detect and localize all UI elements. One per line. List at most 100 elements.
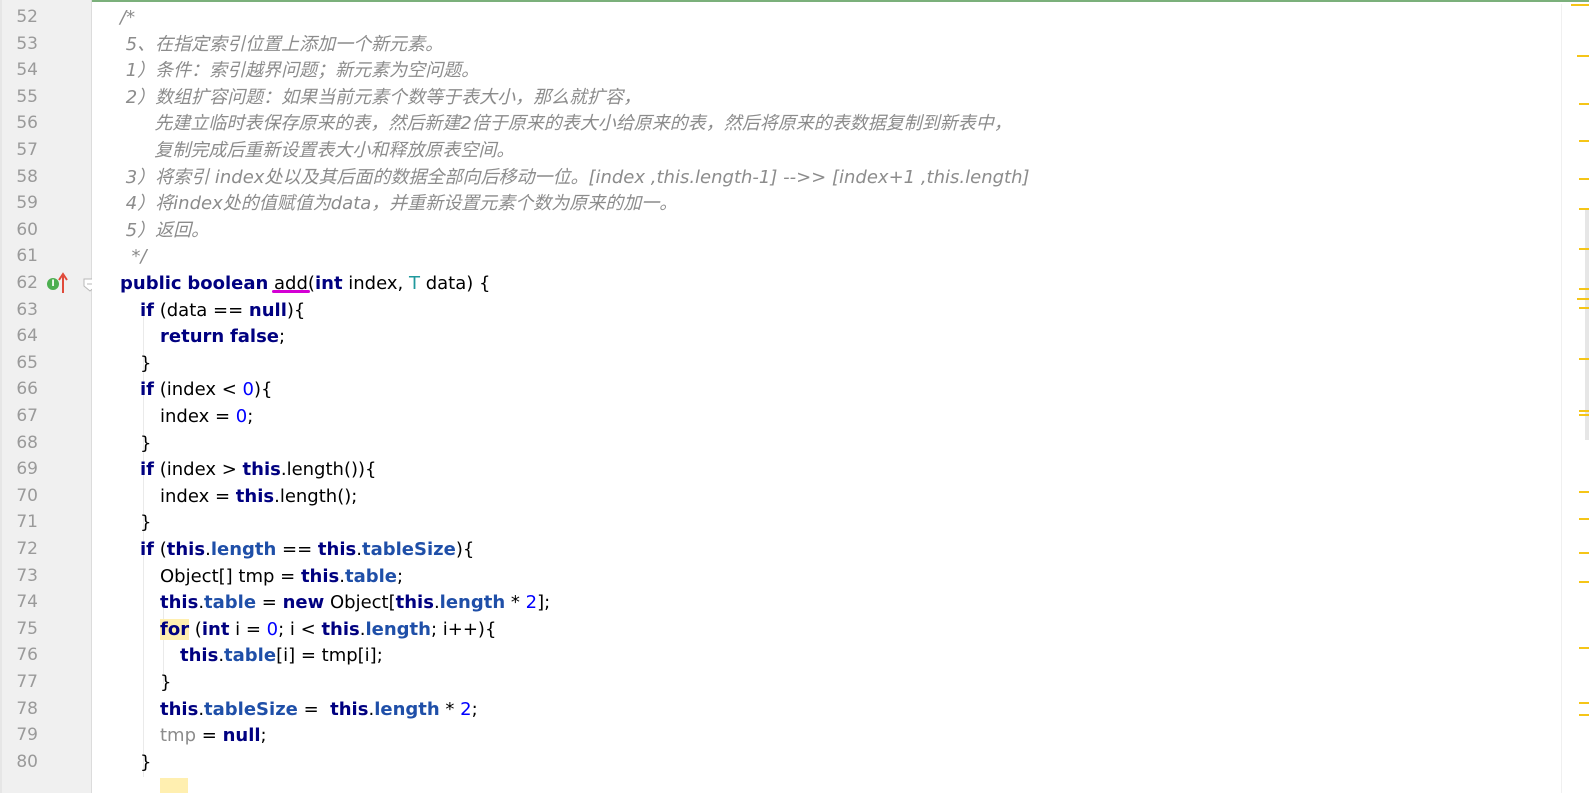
code-line[interactable]: /* [92,4,1552,31]
warning-marker[interactable] [1577,298,1589,300]
code-line[interactable]: */ [92,243,1552,270]
line-number: 63 [16,299,38,320]
code-line[interactable]: } [92,509,1552,536]
line-number: 71 [16,512,38,533]
code-line[interactable]: index = this.length(); [92,483,1552,510]
code-token: } [160,672,172,693]
warning-marker[interactable] [1577,55,1589,57]
warning-marker[interactable] [1571,4,1589,6]
code-token: ; [471,698,478,720]
line-number: 54 [16,60,38,81]
code-line-text: if (data == null){ [140,297,305,324]
code-line[interactable]: } [92,350,1552,377]
code-line[interactable]: 先建立临时表保存原来的表，然后新建2倍于原来的表大小给原来的表，然后将原来的表数… [92,110,1552,137]
method-name-token[interactable]: add [274,273,308,294]
code-token: i = [229,618,267,640]
code-line[interactable]: return false; [92,323,1552,350]
editor-top-border [0,0,1589,2]
code-line-text: 先建立临时表保存原来的表，然后新建2倍于原来的表大小给原来的表，然后将原来的表数… [120,110,1011,137]
code-line[interactable]: index = 0; [92,403,1552,430]
code-token: 4）将index处的值赋值为data，并重新设置元素个数为原来的加一。 [120,193,678,215]
code-token: 0 [242,379,254,401]
warning-marker[interactable] [1579,208,1589,210]
warning-marker[interactable] [1579,581,1589,583]
code-token: this [180,645,219,667]
code-line-text: public boolean add(int index, T data) { [120,270,490,297]
code-token: = [196,725,223,747]
code-token: .length(); [274,485,358,507]
code-token: index = [160,406,236,427]
warning-marker[interactable] [1579,307,1589,309]
line-number: 78 [16,698,38,719]
line-number: 62 [16,273,38,293]
code-line[interactable]: } [92,749,1552,776]
code-line[interactable]: } [92,430,1552,457]
code-token: data) { [419,273,491,294]
code-line-text: 4）将index处的值赋值为data，并重新设置元素个数为原来的加一。 [120,190,678,217]
warning-marker[interactable] [1579,103,1589,105]
code-line[interactable]: public boolean add(int index, T data) { [92,270,1552,297]
warning-marker[interactable] [1579,410,1589,412]
line-number: 77 [16,672,38,692]
code-token: 1）条件：索引越界问题；新元素为空问题。 [120,60,480,82]
line-number: 73 [16,565,38,586]
code-line[interactable]: this.table[i] = tmp[i]; [92,642,1552,669]
code-token: this [235,485,275,507]
code-token: ; i++){ [430,618,497,640]
code-token: 5）返回。 [120,219,210,241]
warning-marker[interactable] [1579,248,1589,250]
code-line[interactable]: if (data == null){ [92,297,1552,324]
warning-marker[interactable] [1579,288,1589,290]
code-token: null [222,725,261,747]
warning-marker[interactable] [1579,140,1589,142]
code-token: ( [189,618,202,640]
code-line-text: Object[] tmp = this.table; [160,563,403,590]
code-line-text: 1）条件：索引越界问题；新元素为空问题。 [120,57,479,84]
line-number: 61 [16,246,38,267]
code-line[interactable]: 复制完成后重新设置表大小和释放原表空间。 [92,137,1552,164]
code-token: this [160,698,199,720]
code-line[interactable]: this.tableSize = this.length * 2; [92,696,1552,723]
warning-marker[interactable] [1579,552,1589,554]
code-token: 0 [266,618,279,640]
code-line[interactable]: } [92,669,1552,696]
warning-marker[interactable] [1579,714,1589,716]
code-editor[interactable]: /* 5、在指定索引位置上添加一个新元素。 1）条件：索引越界问题；新元素为空问… [92,4,1561,793]
code-line[interactable]: if (index < 0){ [92,376,1552,403]
warning-marker[interactable] [1579,518,1589,520]
code-line[interactable]: tmp = null; [92,722,1552,749]
code-line[interactable]: 4）将index处的值赋值为data，并重新设置元素个数为原来的加一。 [92,190,1552,217]
code-line-text: } [140,749,151,776]
line-number: 80 [16,751,38,772]
warning-marker[interactable] [1579,414,1589,416]
warning-marker[interactable] [1579,647,1589,649]
code-line[interactable]: 1）条件：索引越界问题；新元素为空问题。 [92,57,1552,84]
line-number: 65 [16,352,38,373]
code-token: ){ [286,299,306,321]
code-line[interactable]: 3）将索引 index处以及其后面的数据全部向后移动一位。[index ,thi… [92,164,1552,191]
code-token: ){ [455,539,475,560]
code-line[interactable]: Object[] tmp = this.table; [92,563,1552,590]
code-token: if [140,459,155,481]
warning-marker[interactable] [1579,491,1589,493]
scrollbar-thumb[interactable] [1585,210,1589,440]
code-token: null [248,299,287,321]
code-line[interactable]: 5、在指定索引位置上添加一个新元素。 [92,31,1552,58]
warning-marker[interactable] [1579,358,1589,360]
code-token: ){ [253,379,273,401]
code-line[interactable]: this.table = new Object[this.length * 2]… [92,589,1552,616]
code-line[interactable]: for (int i = 0; i < this.length; i++){ [92,616,1552,643]
code-token: ; [397,565,404,587]
warning-marker[interactable] [1579,702,1589,704]
editor-scrollbar[interactable] [1561,4,1589,793]
code-line[interactable]: if (this.length == this.tableSize){ [92,536,1552,563]
code-line[interactable]: if (index > this.length()){ [92,456,1552,483]
code-line[interactable]: 5）返回。 [92,217,1552,244]
code-token: this [395,592,434,614]
code-token: ; i < [278,618,322,640]
code-token: ; [260,725,267,747]
code-token: boolean [187,273,269,294]
code-token: tmp [160,725,197,747]
warning-marker[interactable] [1579,178,1589,180]
code-line[interactable]: 2）数组扩容问题：如果当前元素个数等于表大小，那么就扩容， [92,84,1552,111]
